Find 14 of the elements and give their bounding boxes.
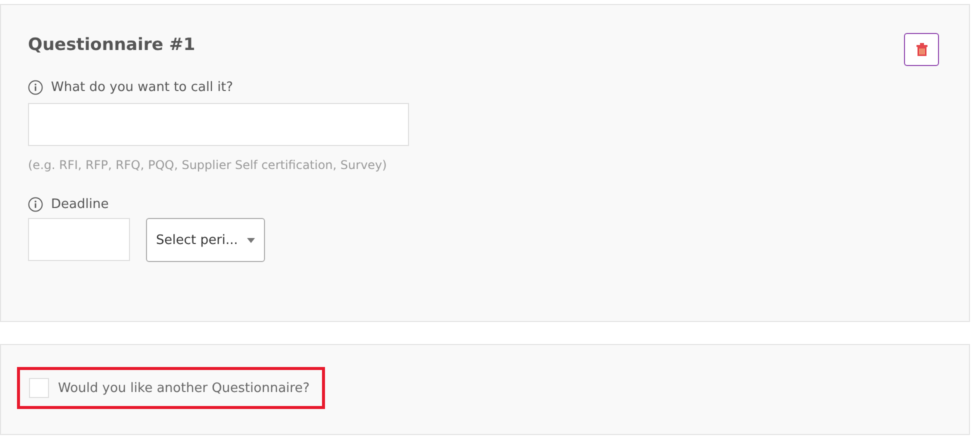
deadline-input-field[interactable] <box>28 218 130 261</box>
checkbox[interactable] <box>29 378 49 398</box>
name-input-field[interactable] <box>28 103 409 146</box>
hint-text: (e.g. RFI, RFP, RFQ, PQQ, Supplier Self certification, Survey) <box>28 158 388 172</box>
checkbox-label: Would you like another Questionnaire? <box>58 380 310 396</box>
info-icon <box>28 80 43 95</box>
caret-icon <box>247 238 255 242</box>
period-select[interactable]: Select peri... <box>146 218 265 262</box>
panel-title: Questionnaire #1 <box>28 35 196 55</box>
field-label: Deadline <box>51 197 109 212</box>
delete-button[interactable] <box>904 33 939 66</box>
info-icon <box>28 197 43 212</box>
trash-icon <box>916 43 928 56</box>
field-label: What do you want to call it? <box>51 80 233 95</box>
